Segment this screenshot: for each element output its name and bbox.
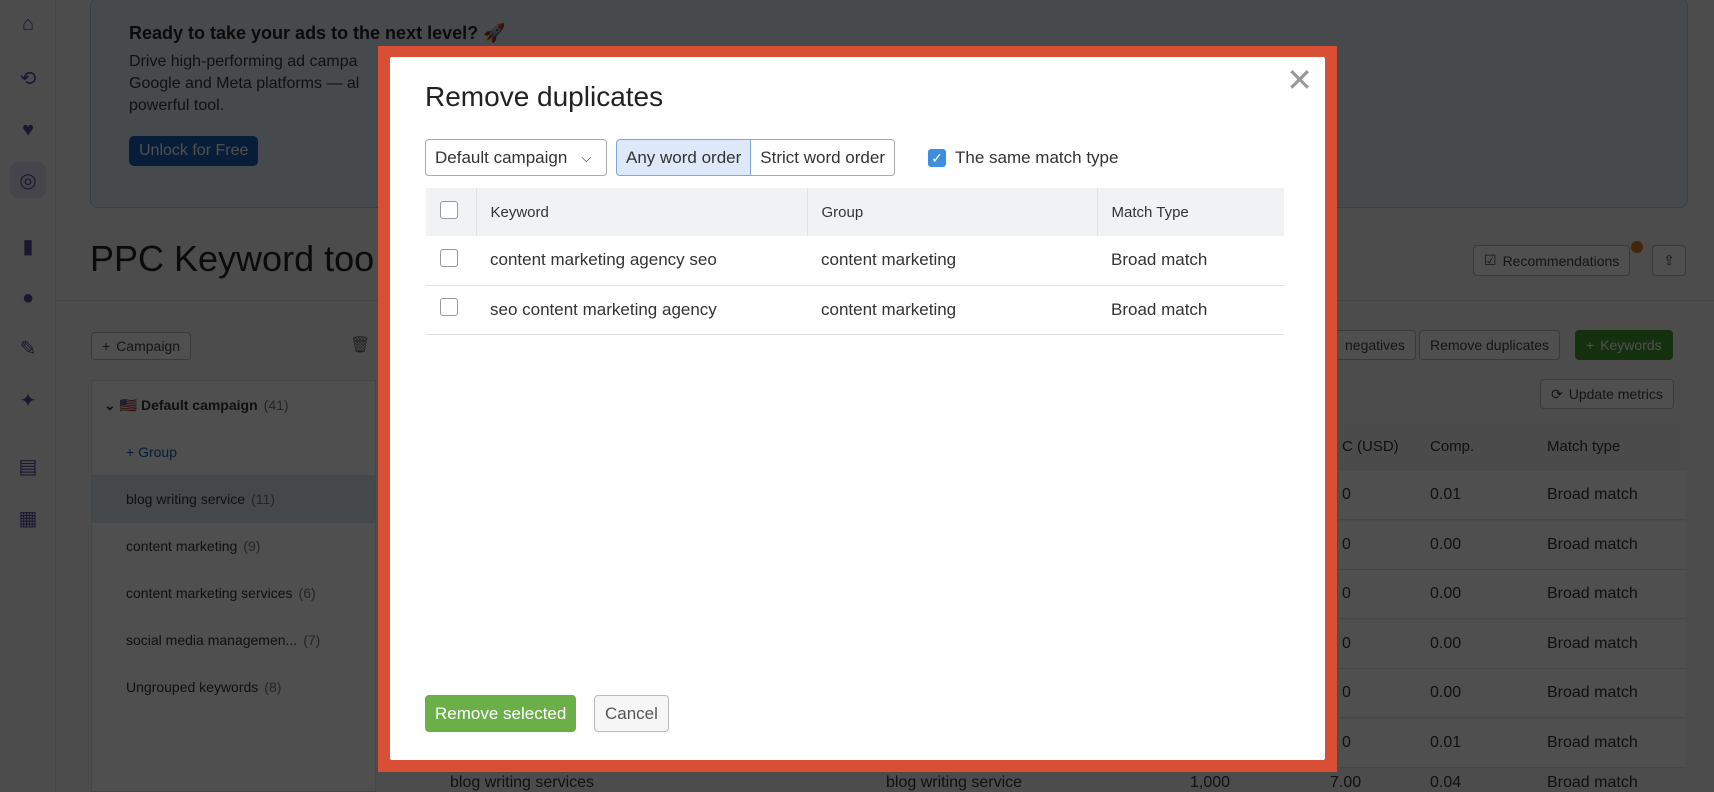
same-match-type-checkbox[interactable]: ✓ The same match type <box>928 148 1118 168</box>
heart-chat-icon[interactable]: ♥ <box>10 112 46 148</box>
match-cell[interactable]: Broad match <box>1547 536 1638 554</box>
cpc-header[interactable]: C (USD) <box>1342 438 1399 455</box>
keyword-cell: content marketing agency seo <box>476 236 807 286</box>
match-type-header: Match Type <box>1096 188 1284 236</box>
row-checkbox[interactable] <box>440 248 458 267</box>
cpc-cell: 0 <box>1342 486 1351 503</box>
add-keywords-button[interactable]: + Keywords <box>1575 330 1673 360</box>
chevron-down-icon: ⌵ <box>581 149 592 165</box>
keyword-cell: seo content marketing agency <box>476 285 807 335</box>
match-cell[interactable]: Broad match <box>1547 635 1638 653</box>
campaign-row[interactable]: ⌄ 🇺🇸 Default campaign (41) <box>104 397 289 414</box>
remove-duplicates-button[interactable]: Remove duplicates <box>1419 330 1561 360</box>
cpc-cell: 0 <box>1342 585 1351 602</box>
comp-cell: 0.01 <box>1430 486 1462 503</box>
bg-last-row: blog writing services blog writing servi… <box>450 774 1638 791</box>
group-item[interactable]: blog writing service (11) <box>126 491 275 507</box>
comp-header[interactable]: Comp. <box>1430 438 1474 455</box>
us-flag-icon: 🇺🇸 <box>119 397 138 413</box>
cancel-button[interactable]: Cancel <box>594 695 669 732</box>
group-item[interactable]: content marketing (9) <box>126 538 260 554</box>
campaign-tree: ⌄ 🇺🇸 Default campaign (41) + Group blog w… <box>91 380 376 792</box>
keyword-header: Keyword <box>475 188 807 236</box>
checkmark-icon[interactable]: ✓ <box>928 149 946 167</box>
cpc-cell: 0 <box>1342 733 1351 751</box>
bar-chart-icon[interactable]: ▮ <box>10 228 46 264</box>
modal-title: Remove duplicates <box>425 81 664 112</box>
cpc-cell: 0 <box>1342 535 1351 553</box>
ai-sparkle-icon[interactable]: ✦ <box>10 382 46 418</box>
any-word-order-option[interactable]: Any word order <box>616 139 752 176</box>
remove-selected-button[interactable]: Remove selected <box>425 695 577 732</box>
select-all-cell <box>426 188 476 236</box>
group-item[interactable]: social media managemen... (7) <box>126 632 320 648</box>
bg-table-row: 0 0.01 Broad match <box>1338 718 1686 768</box>
plus-icon: + <box>102 338 111 354</box>
strict-word-order-option[interactable]: Strict word order <box>751 139 895 176</box>
match-cell[interactable]: Broad match <box>1547 585 1638 603</box>
word-order-toggle: Any word order Strict word order <box>616 139 895 176</box>
page-title: PPC Keyword too <box>90 238 375 279</box>
banner-text: Drive high-performing ad campa Google and… <box>129 53 360 114</box>
match-type-header: Match type <box>1547 438 1621 455</box>
pen-icon[interactable]: ✎ <box>10 330 46 366</box>
group-item[interactable]: Ungrouped keywords (8) <box>126 679 281 695</box>
comp-cell: 0.00 <box>1430 535 1462 553</box>
cpc-cell: 0 <box>1342 634 1351 652</box>
group-header: Group <box>806 188 1097 236</box>
match-cell[interactable]: Broad match <box>1547 486 1638 504</box>
keyword-research-icon[interactable]: ⟲ <box>10 60 46 96</box>
negatives-button[interactable]: negatives <box>1330 330 1416 360</box>
banner-title: Ready to take your ads to the next level… <box>129 23 506 43</box>
document-icon[interactable]: ▤ <box>10 448 46 484</box>
row-checkbox[interactable] <box>440 298 458 316</box>
group-cell: content marketing <box>807 285 1097 335</box>
home-icon[interactable]: ⌂ <box>10 6 46 42</box>
trash-icon[interactable]: 🗑 <box>350 335 370 355</box>
campaign-select[interactable]: Default campaign ⌵ <box>425 139 607 176</box>
checklist-icon: ☑ <box>1484 252 1497 268</box>
update-metrics-button[interactable]: ⟳ Update metrics <box>1540 379 1674 409</box>
bg-table-row: 0 0.00 Broad match <box>1338 669 1686 718</box>
bg-table-row: 0 0.00 Broad match <box>1338 619 1686 669</box>
refresh-icon: ⟳ <box>1551 385 1563 402</box>
group-cell: content marketing <box>807 236 1097 286</box>
sidebar: ⌂ ⟲ ♥ ◎ ▮ ● ✎ ✦ ▤ ▦ <box>0 0 56 792</box>
export-icon: ⇪ <box>1663 252 1675 268</box>
match-cell[interactable]: Broad match <box>1547 734 1638 752</box>
bg-table-row: 0 0.00 Broad match <box>1338 570 1686 619</box>
comp-cell: 0.00 <box>1430 684 1462 701</box>
select-all-checkbox[interactable] <box>440 201 458 219</box>
plus-icon: + <box>1586 337 1595 353</box>
comp-cell: 0.01 <box>1430 733 1462 751</box>
add-group-button[interactable]: + Group <box>126 444 177 460</box>
location-pin-icon[interactable]: ● <box>10 280 46 316</box>
duplicates-table: Keyword Group Match Type content marketi… <box>426 188 1284 335</box>
bg-table-row: 0 0.00 Broad match <box>1338 520 1686 570</box>
group-item[interactable]: content marketing services (6) <box>126 585 316 601</box>
add-campaign-button[interactable]: + Campaign <box>91 332 192 360</box>
match-cell: Broad match <box>1097 236 1284 286</box>
bg-table-header: C (USD) Comp. Match type <box>1338 423 1686 471</box>
remove-duplicates-modal: Remove duplicates ✕ Default campaign ⌵ An… <box>390 57 1325 760</box>
match-cell: Broad match <box>1097 285 1284 335</box>
table-row: seo content marketing agency content mar… <box>426 285 1284 335</box>
unlock-button[interactable]: Unlock for Free <box>129 136 259 166</box>
cpc-cell: 0 <box>1342 684 1351 701</box>
recommendations-button[interactable]: ☑ Recommendations <box>1473 245 1631 276</box>
apps-icon[interactable]: ▦ <box>10 500 46 536</box>
comp-cell: 0.00 <box>1430 585 1462 602</box>
match-cell[interactable]: Broad match <box>1547 684 1638 702</box>
notification-dot <box>1631 241 1643 253</box>
comp-cell: 0.00 <box>1430 634 1462 652</box>
export-button[interactable]: ⇪ <box>1652 245 1686 276</box>
ppc-cursor-icon[interactable]: ◎ <box>10 162 46 198</box>
table-row: content marketing agency seo content mar… <box>426 236 1284 286</box>
close-icon[interactable]: ✕ <box>1286 61 1313 99</box>
bg-table-row: 0 0.01 Broad match <box>1338 471 1686 520</box>
